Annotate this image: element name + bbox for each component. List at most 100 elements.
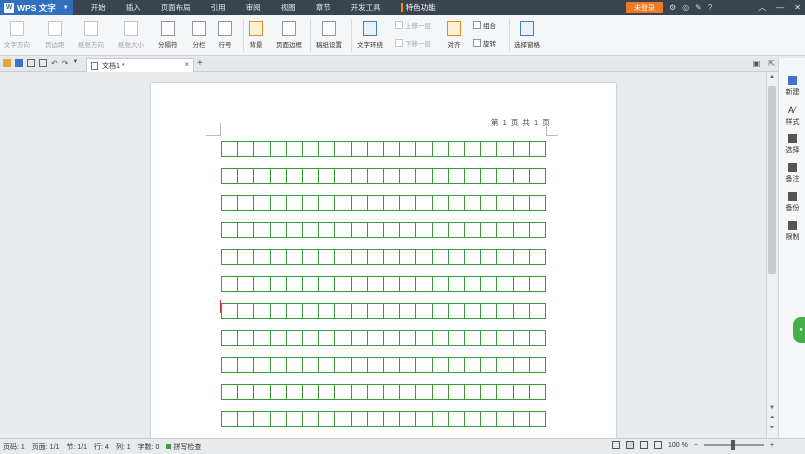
grid-cell[interactable] xyxy=(319,358,336,372)
grid-cell[interactable] xyxy=(222,223,239,237)
grid-cell[interactable] xyxy=(400,358,417,372)
grid-cell[interactable] xyxy=(352,142,368,156)
grid-cell[interactable] xyxy=(400,412,417,426)
page-border-button[interactable]: 页面边框 xyxy=(276,21,302,49)
grid-cell[interactable] xyxy=(400,142,417,156)
side-backup-button[interactable]: 备份 xyxy=(779,192,805,213)
grid-cell[interactable] xyxy=(222,385,239,399)
grid-cell[interactable] xyxy=(416,331,433,345)
grid-cell[interactable] xyxy=(238,412,255,426)
print-icon[interactable] xyxy=(27,59,35,67)
grid-cell[interactable] xyxy=(352,358,368,372)
grid-cell[interactable] xyxy=(416,304,433,318)
grid-cell[interactable] xyxy=(254,331,271,345)
grid-cell[interactable] xyxy=(271,223,287,237)
grid-cell[interactable] xyxy=(400,277,417,291)
grid-cell[interactable] xyxy=(481,304,498,318)
grid-cell[interactable] xyxy=(514,412,530,426)
grid-cell[interactable] xyxy=(238,277,255,291)
grid-cell[interactable] xyxy=(368,142,385,156)
grid-cell[interactable] xyxy=(514,277,530,291)
grid-cell[interactable] xyxy=(254,358,271,372)
grid-cell[interactable] xyxy=(287,331,304,345)
app-menu-button[interactable]: W WPS 文字 ▼ xyxy=(0,0,73,15)
grid-cell[interactable] xyxy=(433,412,449,426)
grid-cell[interactable] xyxy=(254,385,271,399)
grid-cell[interactable] xyxy=(238,169,255,183)
grid-cell[interactable] xyxy=(271,196,287,210)
floating-assistant-button[interactable]: ● xyxy=(793,317,805,343)
grid-cell[interactable] xyxy=(352,412,368,426)
grid-cell[interactable] xyxy=(433,169,449,183)
menu-start[interactable]: 开始 xyxy=(81,0,116,15)
grid-cell[interactable] xyxy=(352,250,368,264)
grid-cell[interactable] xyxy=(254,250,271,264)
text-direction-button[interactable]: 文字方向 xyxy=(4,21,30,49)
grid-cell[interactable] xyxy=(384,304,401,318)
menu-page-layout[interactable]: 页面布局 xyxy=(151,0,201,15)
grid-cell[interactable] xyxy=(433,277,449,291)
separator-button[interactable]: 分隔符 xyxy=(158,21,178,49)
grid-cell[interactable] xyxy=(433,250,449,264)
document-page[interactable]: 第 1 页 共 1 页 xyxy=(151,83,616,443)
grid-cell[interactable] xyxy=(384,142,401,156)
grid-cell[interactable] xyxy=(481,223,498,237)
align-button[interactable]: 对齐 xyxy=(447,21,461,49)
grid-cell[interactable] xyxy=(335,142,352,156)
zoom-in-icon[interactable]: + xyxy=(770,442,774,449)
grid-cell[interactable] xyxy=(433,385,449,399)
grid-cell[interactable] xyxy=(530,358,547,372)
grid-cell[interactable] xyxy=(287,385,304,399)
grid-cell[interactable] xyxy=(514,250,530,264)
status-word-count[interactable]: 字数: 0 xyxy=(138,442,160,452)
grid-cell[interactable] xyxy=(530,250,547,264)
vertical-scrollbar[interactable]: ▲ ▼ ⏶ ⏷ xyxy=(766,72,777,438)
grid-cell[interactable] xyxy=(303,142,320,156)
grid-cell[interactable] xyxy=(384,169,401,183)
grid-cell[interactable] xyxy=(497,142,514,156)
columns-button[interactable]: 分栏 xyxy=(192,21,206,49)
grid-cell[interactable] xyxy=(368,304,385,318)
grid-cell[interactable] xyxy=(352,385,368,399)
tab-document1[interactable]: 文档1 * × xyxy=(86,58,194,72)
grid-cell[interactable] xyxy=(530,304,547,318)
grid-cell[interactable] xyxy=(465,412,482,426)
grid-cell[interactable] xyxy=(271,358,287,372)
grid-cell[interactable] xyxy=(368,385,385,399)
grid-cell[interactable] xyxy=(222,169,239,183)
grid-cell[interactable] xyxy=(368,250,385,264)
scroll-up-icon[interactable]: ▲ xyxy=(768,74,776,80)
grid-cell[interactable] xyxy=(433,142,449,156)
web-view-icon[interactable] xyxy=(640,441,648,449)
grid-cell[interactable] xyxy=(465,142,482,156)
grid-cell[interactable] xyxy=(416,142,433,156)
grid-cell[interactable] xyxy=(449,223,466,237)
grid-cell[interactable] xyxy=(497,385,514,399)
menu-view[interactable]: 视图 xyxy=(271,0,306,15)
menu-review[interactable]: 审阅 xyxy=(236,0,271,15)
grid-cell[interactable] xyxy=(303,358,320,372)
grid-cell[interactable] xyxy=(497,412,514,426)
grid-cell[interactable] xyxy=(449,250,466,264)
grid-cell[interactable] xyxy=(368,331,385,345)
grid-cell[interactable] xyxy=(465,304,482,318)
grid-cell[interactable] xyxy=(254,304,271,318)
menu-special-features[interactable]: 特色功能 xyxy=(391,0,446,15)
grid-cell[interactable] xyxy=(238,385,255,399)
grid-cell[interactable] xyxy=(335,331,352,345)
grid-cell[interactable] xyxy=(433,223,449,237)
grid-cell[interactable] xyxy=(514,142,530,156)
grid-cell[interactable] xyxy=(303,277,320,291)
zoom-slider-handle[interactable] xyxy=(730,440,735,450)
grid-cell[interactable] xyxy=(449,358,466,372)
grid-cell[interactable] xyxy=(481,250,498,264)
redo-icon[interactable]: ↷ xyxy=(62,59,69,68)
grid-cell[interactable] xyxy=(352,331,368,345)
grid-cell[interactable] xyxy=(319,196,336,210)
grid-cell[interactable] xyxy=(287,412,304,426)
rotate-button[interactable]: 旋转 xyxy=(473,38,496,48)
grid-cell[interactable] xyxy=(254,142,271,156)
line-numbers-button[interactable]: 行号 xyxy=(218,21,232,49)
new-tab-button[interactable]: + xyxy=(197,58,203,69)
pin-icon[interactable]: ⇱ xyxy=(768,59,775,68)
